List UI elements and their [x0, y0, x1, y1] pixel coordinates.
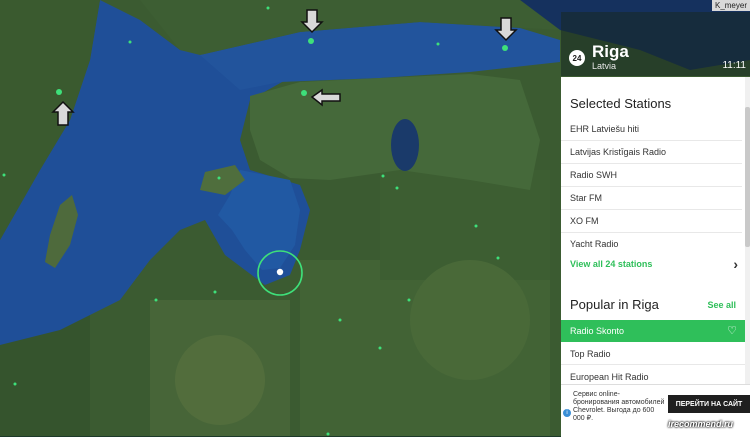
station-item[interactable]: XO FM: [561, 210, 742, 233]
country-name: Latvia: [592, 61, 617, 71]
view-all-label: View all 24 stations: [570, 259, 653, 269]
username-watermark: K_meyer: [711, 0, 750, 11]
lake-peipus: [391, 119, 419, 171]
selected-stations-title: Selected Stations: [570, 96, 672, 111]
see-all-link[interactable]: See all: [707, 300, 736, 310]
station-panel: Selected Stations EHR Latviešu hiti Latv…: [561, 77, 750, 384]
city-name: Riga: [592, 42, 629, 61]
ad-button[interactable]: ПЕРЕЙТИ НА САЙТ: [668, 395, 750, 413]
view-all-stations-link[interactable]: View all 24 stations ›: [570, 256, 738, 273]
popular-title: Popular in Riga: [570, 297, 659, 312]
station-item[interactable]: EHR Latviešu hiti: [561, 118, 742, 141]
selected-location-dot[interactable]: [276, 268, 284, 276]
scroll-thumb[interactable]: [745, 107, 750, 247]
station-item[interactable]: Radio SWH: [561, 164, 742, 187]
chevron-right-icon: ›: [733, 256, 738, 272]
site-watermark: irecommend.ru: [668, 419, 734, 429]
station-item[interactable]: Star FM: [561, 187, 742, 210]
popular-station-label: Radio Skonto: [570, 326, 625, 336]
panel-scrollbar[interactable]: [745, 77, 750, 384]
info-icon[interactable]: i: [563, 409, 571, 417]
popular-station-item[interactable]: Top Radio: [561, 343, 745, 365]
station-item[interactable]: Latvijas Kristīgais Radio: [561, 141, 742, 164]
station-item[interactable]: Yacht Radio: [561, 233, 742, 256]
ad-text: Сервис online-бронирования автомобилей C…: [573, 391, 665, 422]
city-header: 24 Riga Latvia 11:11: [561, 12, 750, 76]
station-count-badge: 24: [569, 50, 585, 66]
heart-icon[interactable]: ♡: [727, 320, 737, 342]
popular-station-item[interactable]: European Hit Radio: [561, 366, 745, 384]
local-time: 11:11: [722, 60, 746, 71]
popular-station-item[interactable]: Radio Skonto ♡: [561, 320, 745, 342]
